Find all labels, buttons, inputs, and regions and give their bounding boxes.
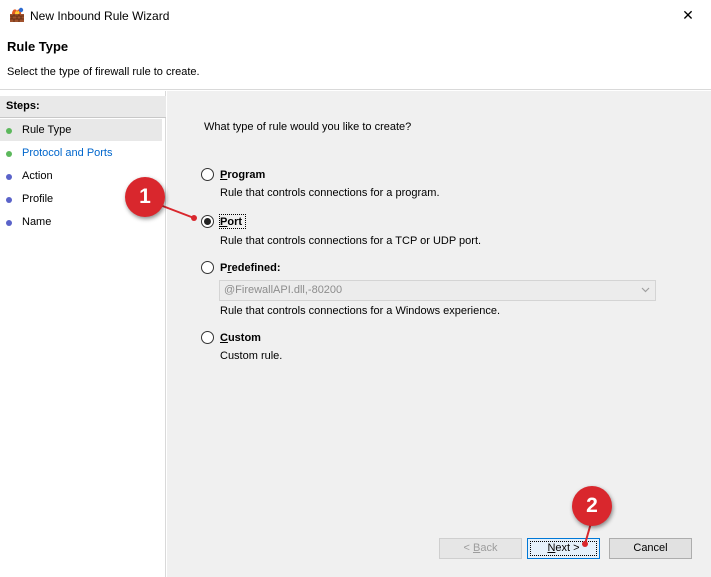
next-button[interactable]: Next > [527, 538, 600, 559]
callout-number: 2 [586, 494, 598, 517]
back-button[interactable]: < Back [439, 538, 522, 559]
step-label: Profile [22, 193, 54, 205]
step-status-icon [6, 174, 12, 180]
firewall-wizard-icon [10, 7, 24, 22]
window-title: New Inbound Rule Wizard [30, 9, 170, 23]
program-radio[interactable] [201, 168, 214, 181]
chevron-down-icon [641, 287, 650, 293]
program-description: Rule that controls connections for a pro… [220, 187, 440, 199]
step-status-icon [6, 128, 12, 134]
title-bar: New Inbound Rule Wizard ✕ [0, 0, 711, 31]
predefined-label[interactable]: Predefined: [220, 262, 281, 274]
steps-header: Steps: [0, 96, 166, 118]
page-title: Rule Type [7, 39, 69, 54]
program-label[interactable]: Program [220, 169, 265, 181]
back-button-label: ack [480, 542, 498, 554]
back-button-prefix: < [463, 542, 473, 554]
next-button-focus-rect [530, 541, 597, 556]
predefined-radio[interactable] [201, 261, 214, 274]
callout-badge-2: 2 [572, 486, 612, 526]
custom-label-accel: C [220, 332, 228, 344]
custom-label-text: ustom [227, 332, 261, 344]
cancel-button[interactable]: Cancel [609, 538, 692, 559]
predefined-description: Rule that controls connections for a Win… [220, 305, 501, 317]
step-status-icon [6, 151, 12, 157]
wizard-content: What type of rule would you like to crea… [167, 91, 711, 577]
callout-number: 1 [139, 185, 151, 208]
port-label-text: ort [227, 216, 243, 228]
port-description: Rule that controls connections for a TCP… [220, 235, 482, 247]
cancel-button-label: Cancel [633, 542, 668, 554]
rule-type-question: What type of rule would you like to crea… [204, 121, 412, 133]
callout-badge-1: 1 [125, 177, 165, 217]
close-icon: ✕ [682, 7, 694, 23]
predefined-rule-dropdown[interactable]: @FirewallAPI.dll,-80200 [219, 280, 656, 301]
step-status-icon [6, 197, 12, 203]
predefined-label-text: edefined: [231, 262, 281, 274]
wizard-header: Rule Type Select the type of firewall ru… [0, 31, 711, 90]
close-button[interactable]: ✕ [665, 0, 711, 31]
port-label[interactable]: Port [220, 216, 242, 228]
program-label-text: rogram [227, 169, 266, 181]
page-subtitle: Select the type of firewall rule to crea… [7, 66, 200, 78]
step-label: Name [22, 216, 52, 228]
custom-label[interactable]: Custom [220, 332, 261, 344]
custom-description: Custom rule. [220, 350, 283, 362]
step-label: Rule Type [22, 124, 72, 136]
port-radio[interactable] [201, 215, 214, 228]
step-status-icon [6, 220, 12, 226]
dropdown-value: @FirewallAPI.dll,-80200 [224, 284, 343, 296]
step-rule-type[interactable]: Rule Type [0, 119, 162, 141]
steps-panel: Steps: Rule Type Protocol and Ports Acti… [0, 91, 166, 577]
custom-radio[interactable] [201, 331, 214, 344]
step-label[interactable]: Protocol and Ports [22, 147, 113, 159]
step-protocol-and-ports[interactable]: Protocol and Ports [0, 142, 162, 164]
step-label: Action [22, 170, 53, 182]
